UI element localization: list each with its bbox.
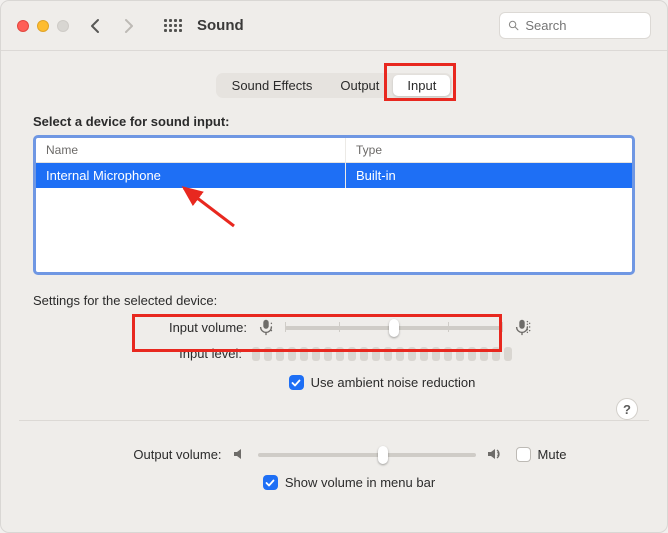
device-type: Built-in: [346, 163, 632, 188]
speaker-high-icon: [486, 446, 502, 462]
zoom-window-button: [57, 20, 69, 32]
forward-button: [115, 13, 141, 39]
ambient-noise-label: Use ambient noise reduction: [311, 375, 476, 390]
tab-bar: Sound Effects Output Input: [1, 73, 667, 98]
window-controls: [17, 20, 69, 32]
search-field[interactable]: [499, 12, 651, 39]
device-prompt: Select a device for sound input:: [33, 114, 635, 129]
mute-checkbox[interactable]: Mute: [516, 447, 567, 462]
checkbox-icon: [516, 447, 531, 462]
show-all-icon[interactable]: [161, 14, 185, 38]
output-volume-slider[interactable]: [258, 445, 476, 463]
page-title: Sound: [197, 17, 244, 34]
mic-high-icon: [513, 318, 531, 336]
minimize-window-button[interactable]: [37, 20, 49, 32]
input-device-list[interactable]: Name Type Internal Microphone Built-in: [33, 135, 635, 275]
col-header-name: Name: [36, 138, 346, 162]
device-name: Internal Microphone: [36, 163, 346, 188]
checkbox-icon: [289, 375, 304, 390]
close-window-button[interactable]: [17, 20, 29, 32]
output-volume-label: Output volume:: [102, 447, 232, 462]
menu-bar-checkbox[interactable]: Show volume in menu bar: [263, 475, 435, 490]
back-button[interactable]: [83, 13, 109, 39]
mute-label: Mute: [538, 447, 567, 462]
speaker-low-icon: [232, 446, 248, 462]
annotation-highlight-tab: [384, 63, 456, 101]
sound-prefs-window: Sound Sound Effects Output Input Select …: [0, 0, 668, 533]
menu-bar-label: Show volume in menu bar: [285, 475, 435, 490]
ambient-noise-checkbox[interactable]: Use ambient noise reduction: [289, 375, 476, 390]
titlebar: Sound: [1, 1, 667, 51]
settings-heading: Settings for the selected device:: [33, 293, 635, 308]
help-button[interactable]: ?: [616, 398, 638, 420]
device-row-selected[interactable]: Internal Microphone Built-in: [36, 163, 632, 188]
tab-sound-effects[interactable]: Sound Effects: [218, 75, 327, 96]
annotation-highlight-volume: [132, 314, 502, 352]
search-icon: [508, 19, 519, 32]
search-input[interactable]: [525, 18, 642, 33]
checkbox-icon: [263, 475, 278, 490]
col-header-type: Type: [346, 138, 632, 162]
device-list-header: Name Type: [36, 138, 632, 163]
